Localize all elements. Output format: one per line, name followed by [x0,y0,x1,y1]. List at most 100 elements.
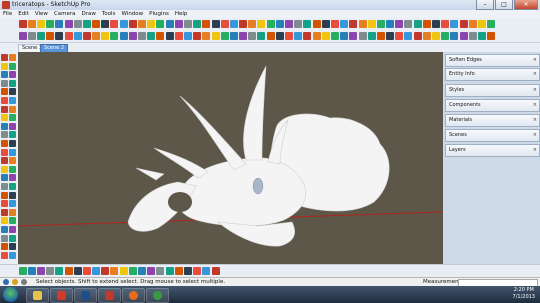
toolbar-tool-icon[interactable] [156,32,165,40]
toolbar-tool-icon[interactable] [294,20,303,28]
toolbar-tool-icon[interactable] [110,267,119,275]
toolbar-tool-icon[interactable] [119,20,128,28]
close-icon[interactable]: × [533,117,537,124]
left-tool-icon[interactable] [1,217,8,225]
toolbar-tool-icon[interactable] [422,32,431,40]
toolbar-tool-icon[interactable] [303,20,312,28]
tray-scenes[interactable]: Scenes × [445,129,540,142]
left-tool-icon[interactable] [9,114,16,122]
toolbar-tool-icon[interactable] [202,267,211,275]
toolbar-tool-icon[interactable] [82,20,91,28]
left-tool-icon[interactable] [9,88,16,96]
toolbar-tool-icon[interactable] [477,20,486,28]
toolbar-tool-icon[interactable] [64,267,73,275]
left-tool-icon[interactable] [1,251,8,259]
left-tool-icon[interactable] [9,97,16,104]
toolbar-tool-icon[interactable] [367,20,376,28]
toolbar-tool-icon[interactable] [183,20,192,28]
toolbar-tool-icon[interactable] [422,20,431,28]
left-tool-icon[interactable] [1,140,8,147]
toolbar-tool-icon[interactable] [248,20,257,28]
left-tool-icon[interactable] [1,226,8,233]
toolbar-tool-icon[interactable] [27,32,36,40]
toolbar-tool-icon[interactable] [275,20,284,28]
left-tool-icon[interactable] [9,62,16,70]
toolbar-tool-icon[interactable] [119,32,128,40]
toolbar-tool-icon[interactable] [358,32,367,40]
toolbar-tool-icon[interactable] [82,267,91,275]
menu-file[interactable]: File [0,10,15,18]
toolbar-tool-icon[interactable] [376,20,385,28]
toolbar-tool-icon[interactable] [73,20,82,28]
toolbar-tool-icon[interactable] [92,267,101,275]
toolbar-tool-icon[interactable] [330,32,339,40]
toolbar-tool-icon[interactable] [92,20,101,28]
menu-camera[interactable]: Camera [51,10,79,18]
toolbar-tool-icon[interactable] [477,32,486,40]
menu-window[interactable]: Window [118,10,146,18]
toolbar-tool-icon[interactable] [413,32,422,40]
toolbar-tool-icon[interactable] [174,267,183,275]
left-tool-icon[interactable] [9,243,16,251]
toolbar-tool-icon[interactable] [321,20,330,28]
credits-icon[interactable] [12,279,18,285]
toolbar-tool-icon[interactable] [147,32,156,40]
toolbar-tool-icon[interactable] [101,32,110,40]
toolbar-tool-icon[interactable] [55,32,64,40]
toolbar-tool-icon[interactable] [183,267,192,275]
toolbar-tool-icon[interactable] [386,20,395,28]
left-tool-icon[interactable] [9,140,16,147]
menu-view[interactable]: View [32,10,51,18]
toolbar-tool-icon[interactable] [266,32,275,40]
toolbar-tool-icon[interactable] [487,20,496,28]
tray-materials[interactable]: Materials × [445,114,540,127]
toolbar-tool-icon[interactable] [92,32,101,40]
left-tool-icon[interactable] [1,62,8,70]
left-tool-icon[interactable] [1,191,8,199]
toolbar-tool-icon[interactable] [55,267,64,275]
toolbar-tool-icon[interactable] [73,267,82,275]
toolbar-tool-icon[interactable] [46,32,55,40]
left-tool-icon[interactable] [1,54,8,61]
toolbar-tool-icon[interactable] [220,32,229,40]
left-tool-icon[interactable] [1,157,8,165]
toolbar-tool-icon[interactable] [156,20,165,28]
toolbar-tool-icon[interactable] [285,32,294,40]
toolbar-tool-icon[interactable] [257,32,266,40]
start-button[interactable] [3,287,18,302]
toolbar-tool-icon[interactable] [275,32,284,40]
toolbar-tool-icon[interactable] [358,20,367,28]
maximize-button[interactable]: □ [495,0,513,10]
toolbar-tool-icon[interactable] [459,20,468,28]
close-button[interactable]: ✕ [514,0,538,10]
toolbar-tool-icon[interactable] [441,32,450,40]
toolbar-tool-icon[interactable] [211,20,220,28]
toolbar-tool-icon[interactable] [110,20,119,28]
left-tool-icon[interactable] [1,174,8,182]
toolbar-tool-icon[interactable] [128,267,137,275]
toolbar-tool-icon[interactable] [413,20,422,28]
toolbar-tool-icon[interactable] [27,267,36,275]
left-tool-icon[interactable] [1,105,8,113]
toolbar-tool-icon[interactable] [229,32,238,40]
toolbar-tool-icon[interactable] [165,267,174,275]
tray-components[interactable]: Components × [445,99,540,112]
toolbar-tool-icon[interactable] [128,32,137,40]
left-tool-icon[interactable] [9,174,16,182]
toolbar-tool-icon[interactable] [46,20,55,28]
toolbar-tool-icon[interactable] [27,20,36,28]
toolbar-tool-icon[interactable] [36,32,45,40]
left-tool-icon[interactable] [9,105,16,113]
toolbar-tool-icon[interactable] [82,32,91,40]
toolbar-tool-icon[interactable] [55,20,64,28]
toolbar-tool-icon[interactable] [432,32,441,40]
toolbar-tool-icon[interactable] [220,20,229,28]
toolbar-tool-icon[interactable] [404,32,413,40]
toolbar-tool-icon[interactable] [138,267,147,275]
close-icon[interactable]: × [533,102,537,109]
left-tool-icon[interactable] [9,234,16,242]
toolbar-tool-icon[interactable] [340,32,349,40]
toolbar-tool-icon[interactable] [119,267,128,275]
left-tool-icon[interactable] [1,148,8,156]
toolbar-tool-icon[interactable] [312,32,321,40]
